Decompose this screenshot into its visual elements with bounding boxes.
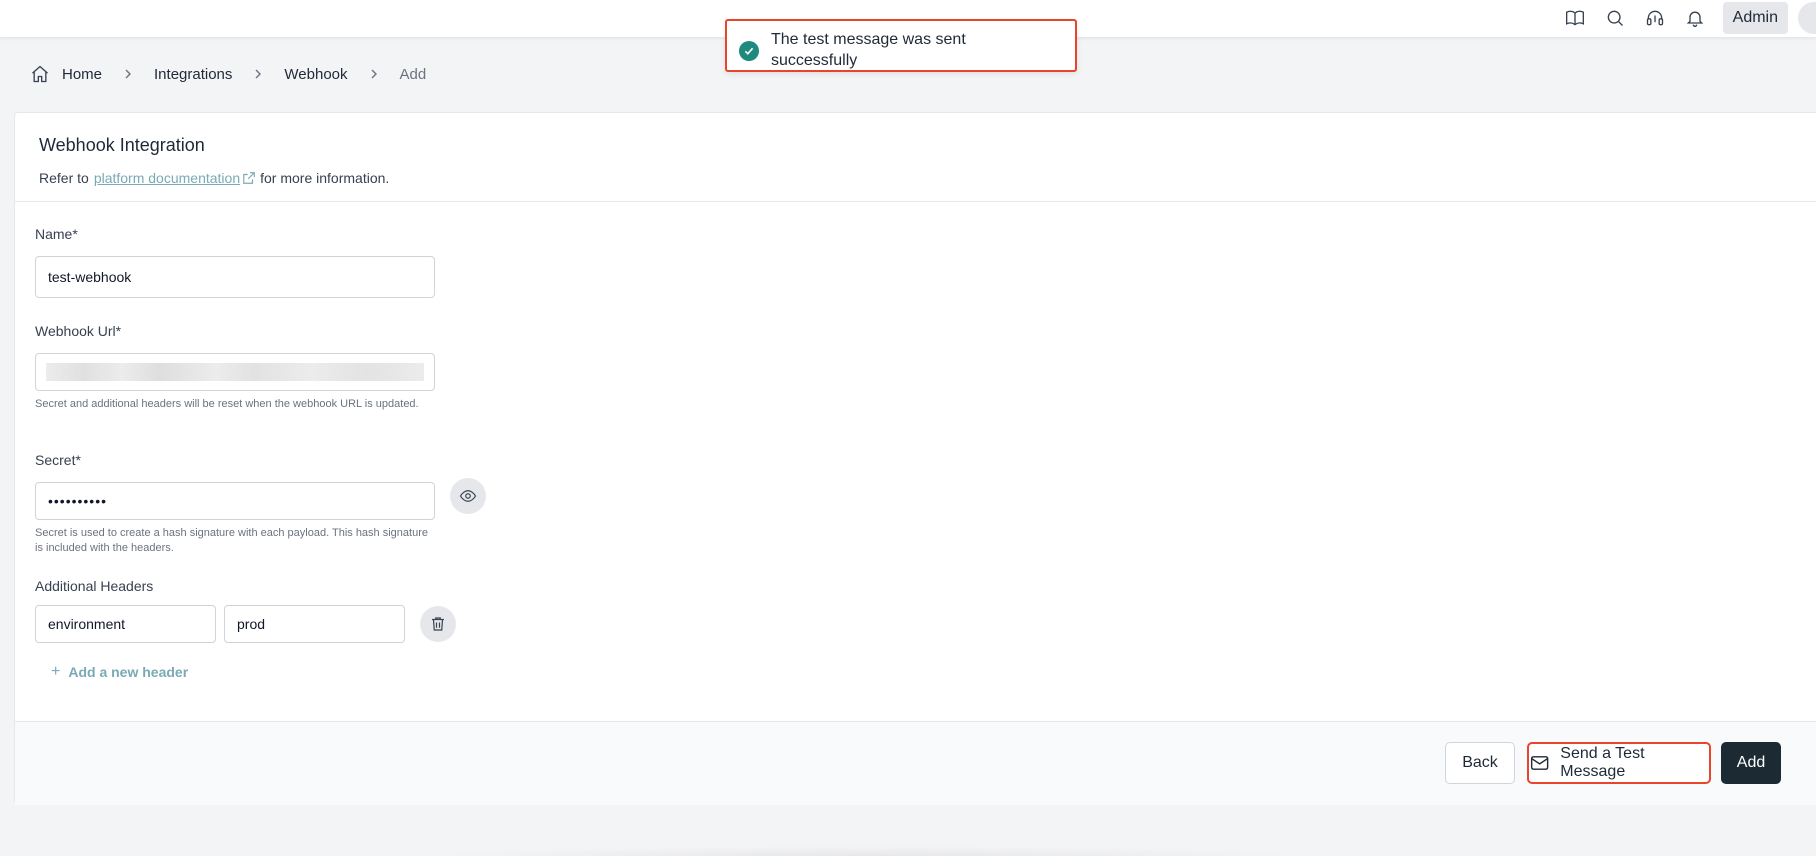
bottom-shadow bbox=[420, 846, 1320, 856]
success-toast: The test message was sent successfully bbox=[725, 19, 1077, 72]
breadcrumb-label: Integrations bbox=[154, 65, 233, 83]
back-button[interactable]: Back bbox=[1445, 742, 1515, 784]
search-icon[interactable] bbox=[1595, 2, 1635, 34]
bell-icon[interactable] bbox=[1675, 2, 1715, 34]
breadcrumb-home[interactable]: Home bbox=[30, 64, 102, 84]
webhook-url-label: Webhook Url* bbox=[35, 323, 122, 339]
admin-menu-button[interactable]: Admin bbox=[1722, 2, 1788, 34]
header-key-input[interactable]: environment bbox=[35, 605, 216, 643]
webhook-integration-card: Webhook Integration Refer to platform do… bbox=[14, 112, 1816, 805]
page-title: Webhook Integration bbox=[39, 135, 205, 155]
mail-icon bbox=[1530, 756, 1549, 770]
breadcrumb-integrations[interactable]: Integrations bbox=[154, 66, 232, 83]
external-link-icon bbox=[243, 172, 255, 184]
add-header-button[interactable]: + Add a new header bbox=[51, 663, 188, 681]
webhook-url-input[interactable] bbox=[35, 353, 435, 391]
delete-header-button[interactable] bbox=[420, 606, 456, 642]
chevron-right-icon bbox=[122, 68, 134, 80]
name-input[interactable]: test-webhook bbox=[35, 256, 435, 298]
breadcrumb-label: Home bbox=[62, 65, 103, 83]
eye-icon bbox=[459, 490, 477, 502]
subtitle-prefix: Refer to bbox=[39, 170, 89, 186]
name-label: Name* bbox=[35, 226, 78, 242]
card-footer: Back Send a Test Message Add bbox=[15, 721, 1816, 805]
chevron-right-icon bbox=[252, 68, 264, 80]
secret-label: Secret* bbox=[35, 452, 81, 468]
toast-message: The test message was sent successfully bbox=[771, 31, 966, 69]
send-test-message-button[interactable]: Send a Test Message bbox=[1527, 742, 1711, 784]
documentation-link[interactable]: platform documentation bbox=[94, 170, 256, 186]
header-value-input[interactable]: prod bbox=[224, 605, 405, 643]
headset-icon[interactable] bbox=[1635, 2, 1675, 34]
trash-icon bbox=[432, 617, 444, 631]
breadcrumb-label: Add bbox=[399, 65, 427, 83]
avatar[interactable] bbox=[1798, 2, 1816, 34]
topbar-actions: Admin bbox=[1555, 2, 1816, 34]
subtitle-suffix: for more information. bbox=[260, 170, 390, 186]
send-test-message-label: Send a Test Message bbox=[1560, 745, 1645, 780]
breadcrumb-webhook[interactable]: Webhook bbox=[284, 66, 347, 83]
redacted-url bbox=[46, 363, 424, 381]
breadcrumb-current: Add bbox=[400, 66, 427, 83]
add-button[interactable]: Add bbox=[1721, 742, 1781, 784]
add-header-label: Add a new header bbox=[68, 664, 189, 680]
book-icon[interactable] bbox=[1555, 2, 1595, 34]
card-header: Webhook Integration Refer to platform do… bbox=[15, 113, 1816, 202]
check-circle-icon bbox=[739, 41, 759, 61]
secret-input[interactable]: •••••••••• bbox=[35, 482, 435, 520]
toggle-secret-visibility-button[interactable] bbox=[450, 478, 486, 514]
home-icon bbox=[32, 65, 48, 83]
breadcrumb-label: Webhook bbox=[284, 65, 348, 83]
webhook-url-help: Secret and additional headers will be re… bbox=[35, 398, 419, 410]
breadcrumb: Home Integrations Webhook Add bbox=[30, 62, 426, 86]
plus-icon: + bbox=[51, 663, 61, 680]
secret-help: Secret is used to create a hash signatur… bbox=[35, 527, 428, 554]
documentation-link-label: platform documentation bbox=[93, 170, 241, 186]
additional-headers-label: Additional Headers bbox=[35, 578, 154, 594]
chevron-right-icon bbox=[368, 68, 380, 80]
card-subtitle: Refer to platform documentation for more… bbox=[39, 170, 1799, 186]
